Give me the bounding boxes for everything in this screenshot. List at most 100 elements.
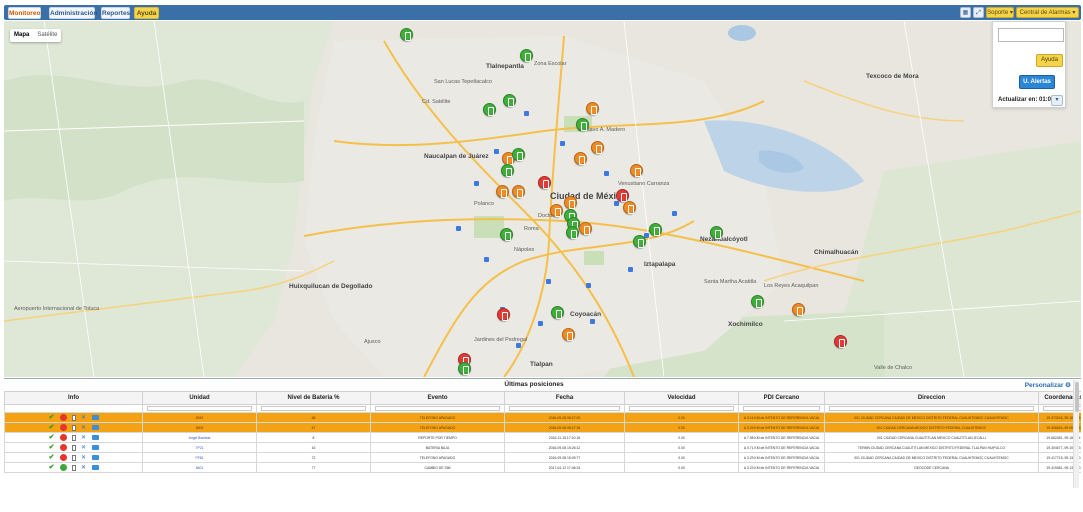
filter-input[interactable] (375, 406, 500, 411)
vehicle-marker-orange[interactable] (630, 164, 643, 177)
unit-cell[interactable]: 8805 (142, 422, 257, 433)
filter-cell[interactable] (370, 404, 505, 413)
filter-input[interactable] (261, 406, 366, 411)
status-icon[interactable] (59, 444, 67, 451)
alertas-button[interactable]: U. Alertas (1019, 75, 1055, 89)
vehicle-icon[interactable] (91, 425, 99, 430)
document-icon[interactable] (71, 414, 76, 421)
tab-administracion[interactable]: Administración (49, 7, 97, 19)
check-icon[interactable]: ✔ (49, 454, 55, 461)
status-icon[interactable] (59, 464, 67, 471)
poi-marker[interactable] (494, 149, 499, 154)
vehicle-marker-red[interactable] (834, 335, 847, 348)
check-icon[interactable]: ✔ (49, 414, 55, 421)
unit-cell[interactable]: TP21 (142, 442, 257, 453)
header-velocidad[interactable]: Velocidad (624, 391, 739, 405)
personalizar-link[interactable]: Personalizar ⚙ (1025, 381, 1071, 389)
filter-cell[interactable] (624, 404, 739, 413)
unit-cell[interactable]: Angel Bautista (142, 432, 257, 443)
vehicle-marker-orange[interactable] (496, 185, 509, 198)
header-evento[interactable]: Evento (370, 391, 505, 405)
vehicle-icon[interactable] (91, 455, 99, 460)
poi-marker[interactable] (474, 181, 479, 186)
vehicle-icon[interactable] (91, 465, 99, 470)
document-icon[interactable] (71, 454, 76, 461)
vehicle-marker-green[interactable] (566, 226, 579, 239)
poi-marker[interactable] (560, 141, 565, 146)
check-icon[interactable]: ✔ (49, 464, 55, 471)
status-icon[interactable] (59, 414, 67, 421)
map-type-satelite[interactable]: Satélite (33, 29, 61, 42)
vehicle-icon[interactable] (91, 435, 99, 440)
vehicle-marker-orange[interactable] (512, 185, 525, 198)
document-icon[interactable] (71, 434, 76, 441)
table-row[interactable]: ✔ ✕ Angel Bautista 8 REPORTE POR TIEMPO 2016-… (4, 432, 1081, 443)
table-row[interactable]: ✔ ✕ TP21 16 BATERIA BAJA 2016-09-08 15:26:12 0… (4, 442, 1081, 453)
header-unidad[interactable]: Unidad (142, 391, 257, 405)
tab-ayuda[interactable]: Ayuda (134, 7, 159, 19)
route-icon[interactable]: ✕ (81, 435, 87, 441)
filter-cell[interactable] (142, 404, 257, 413)
poi-marker[interactable] (586, 283, 591, 288)
filter-cell[interactable] (738, 404, 825, 413)
vehicle-marker-orange[interactable] (623, 201, 636, 214)
vehicle-marker-orange[interactable] (574, 152, 587, 165)
soporte-dropdown[interactable]: Soporte ▾ (986, 7, 1014, 18)
header-pdi[interactable]: PDI Cercano (738, 391, 825, 405)
filter-input[interactable] (629, 406, 734, 411)
central-alarmas-dropdown[interactable]: Central de Alarmas ▾ (1016, 7, 1079, 18)
poi-marker[interactable] (546, 279, 551, 284)
vehicle-marker-green[interactable] (576, 118, 589, 131)
table-row[interactable]: ✔ ✕ 8805 47 TELEFONO APAGADO 2016-09-08 08:27… (4, 422, 1081, 433)
header-info[interactable]: Info (4, 391, 143, 405)
refresh-dropdown-button[interactable]: ▾ (1051, 95, 1063, 106)
poi-marker[interactable] (672, 211, 677, 216)
check-icon[interactable]: ✔ (49, 434, 55, 441)
filter-cell[interactable] (824, 404, 1039, 413)
route-icon[interactable]: ✕ (81, 445, 87, 451)
poi-marker[interactable] (516, 343, 521, 348)
document-icon[interactable] (71, 424, 76, 431)
map-type-mapa[interactable]: Mapa (10, 29, 33, 42)
unit-cell[interactable]: 8401 (142, 462, 257, 473)
poi-marker[interactable] (614, 201, 619, 206)
header-direccion[interactable]: Direccion (824, 391, 1039, 405)
scrollbar-thumb[interactable] (1075, 382, 1079, 412)
route-icon[interactable]: ✕ (81, 415, 87, 421)
vehicle-marker-green[interactable] (500, 228, 513, 241)
poi-marker[interactable] (604, 171, 609, 176)
table-row[interactable]: ✔ ✕ 8401 77 CAMBIO DE SIM 2017-04-12 17:46:24… (4, 462, 1081, 473)
table-row[interactable]: ✔ ✕ 8949 68 TELEFONO APAGADO 2016-09-08 08:27… (4, 412, 1081, 423)
vehicle-marker-red[interactable] (616, 189, 629, 202)
vehicle-marker-green[interactable] (710, 226, 723, 239)
poi-marker[interactable] (484, 257, 489, 262)
vehicle-icon[interactable] (91, 415, 99, 420)
document-icon[interactable] (71, 464, 76, 471)
ayuda-button[interactable]: Ayuda (1036, 54, 1063, 67)
table-row[interactable]: ✔ ✕ PF81 72 TELEFONO APAGADO 2016-09-08 15:09… (4, 452, 1081, 463)
fullscreen-button[interactable]: ⤢ (973, 7, 984, 18)
poi-marker[interactable] (456, 226, 461, 231)
filter-input[interactable] (147, 406, 252, 411)
route-icon[interactable]: ✕ (81, 425, 87, 431)
vehicle-marker-green[interactable] (483, 103, 496, 116)
vehicle-marker-orange[interactable] (586, 102, 599, 115)
vehicle-marker-green[interactable] (551, 306, 564, 319)
vehicle-marker-red[interactable] (497, 308, 510, 321)
filter-cell[interactable] (504, 404, 625, 413)
route-icon[interactable]: ✕ (81, 465, 87, 471)
status-icon[interactable] (59, 434, 67, 441)
status-icon[interactable] (59, 424, 67, 431)
vehicle-marker-green[interactable] (649, 223, 662, 236)
poi-marker[interactable] (524, 111, 529, 116)
map-layers-button[interactable]: ▦ (960, 7, 971, 18)
vehicle-marker-orange[interactable] (562, 328, 575, 341)
vehicle-marker-orange[interactable] (579, 222, 592, 235)
check-icon[interactable]: ✔ (49, 424, 55, 431)
vehicle-marker-green[interactable] (458, 362, 471, 375)
poi-marker[interactable] (538, 321, 543, 326)
vehicle-marker-orange[interactable] (550, 204, 563, 217)
route-icon[interactable]: ✕ (81, 455, 87, 461)
poi-marker[interactable] (590, 319, 595, 324)
vehicle-marker-red[interactable] (538, 176, 551, 189)
